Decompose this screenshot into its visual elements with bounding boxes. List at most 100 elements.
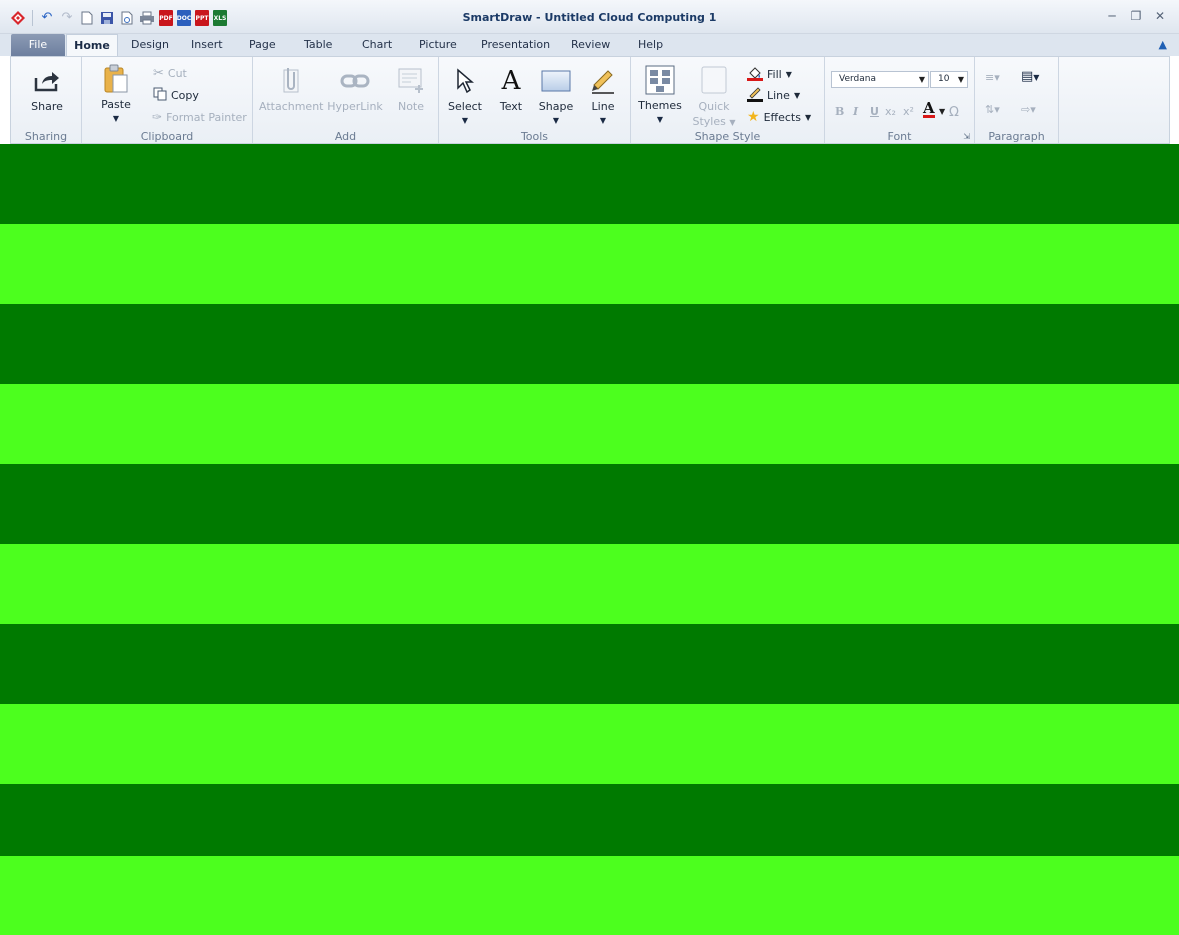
title-bar: ↶ ↷ PDF DOC PPT XLS SmartDraw - Untitled… (0, 0, 1179, 34)
group-label-shape-style: Shape Style (694, 130, 761, 143)
group-label-add: Add (334, 130, 357, 143)
symbol-icon[interactable]: Ω (949, 105, 959, 120)
line-color-icon (747, 86, 763, 105)
copy-label: Copy (171, 88, 199, 102)
select-dropdown-icon[interactable]: ▼ (445, 116, 485, 126)
group-shape-style: Themes ▼ Quick Styles ▼ Fill ▼ Line ▼ ★ … (631, 57, 825, 143)
font-size-value: 10 (938, 74, 950, 84)
line-style-dropdown-icon[interactable]: ▼ (794, 91, 800, 100)
collapse-ribbon-icon[interactable]: ▲ (1159, 38, 1167, 51)
effects-label: Effects (763, 110, 801, 124)
cut-label: Cut (167, 66, 187, 80)
tab-insert[interactable]: Insert (191, 34, 223, 56)
ribbon: Share Sharing Paste ▼ ✂ Cut Copy ✑ Forma… (10, 56, 1170, 144)
indent-icon[interactable]: ⇨▾ (1021, 103, 1036, 116)
format-painter-label: Format Painter (166, 110, 247, 124)
tab-chart[interactable]: Chart (362, 34, 392, 56)
line-style-button[interactable]: Line ▼ (747, 86, 800, 104)
note-button[interactable]: Note (391, 66, 431, 113)
brush-icon: ✑ (152, 110, 163, 124)
minimize-icon[interactable]: ─ (1105, 9, 1119, 23)
line-dropdown-icon[interactable]: ▼ (585, 116, 621, 126)
canvas-band-light (0, 224, 1179, 304)
superscript-icon[interactable]: x² (903, 105, 914, 118)
font-color-dropdown-icon[interactable]: ▼ (939, 107, 945, 116)
tab-presentation[interactable]: Presentation (481, 34, 550, 56)
tab-table[interactable]: Table (304, 34, 332, 56)
themes-dropdown-icon[interactable]: ▼ (637, 115, 683, 125)
scissors-icon: ✂ (153, 65, 164, 81)
bullets-icon[interactable]: ≡▾ (985, 71, 1000, 84)
tab-picture[interactable]: Picture (419, 34, 457, 56)
tab-file[interactable]: File (11, 34, 65, 56)
paste-dropdown-icon[interactable]: ▼ (94, 114, 138, 124)
shape-button[interactable]: Shape ▼ (535, 66, 577, 126)
font-family-select[interactable]: Verdana ▼ (831, 71, 929, 88)
bold-icon[interactable]: B (835, 105, 844, 118)
tab-page[interactable]: Page (249, 34, 276, 56)
ribbon-tabs: File Home Design Insert Page Table Chart… (0, 34, 1179, 56)
tab-help[interactable]: Help (638, 34, 663, 56)
format-painter-button[interactable]: ✑ Format Painter (152, 108, 247, 126)
text-button[interactable]: A Text (493, 66, 529, 113)
font-family-dropdown-icon[interactable]: ▼ (919, 72, 925, 87)
text-label: Text (499, 100, 523, 113)
quick-styles-label-1: Quick (698, 100, 730, 113)
line-style-label: Line (767, 88, 790, 102)
underline-icon[interactable]: U (870, 105, 879, 118)
paste-button[interactable]: Paste ▼ (94, 64, 138, 124)
hyperlink-button[interactable]: HyperLink (327, 66, 383, 113)
group-tools: Select ▼ A Text Shape ▼ Line ▼ Tools (439, 57, 631, 143)
font-color-icon[interactable]: A (923, 101, 935, 118)
close-icon[interactable]: ✕ (1153, 9, 1167, 23)
line-spacing-icon[interactable]: ⇅▾ (985, 103, 1000, 116)
effects-button[interactable]: ★ Effects ▼ (747, 108, 811, 126)
themes-label: Themes (638, 99, 682, 112)
window-controls: ─ ❐ ✕ (1105, 9, 1167, 23)
group-sharing: Share Sharing (11, 57, 82, 143)
fill-label: Fill (767, 67, 782, 81)
select-button[interactable]: Select ▼ (445, 66, 485, 126)
paste-icon (104, 64, 128, 93)
group-label-font: Font (887, 130, 912, 143)
note-label: Note (397, 100, 425, 113)
font-size-select[interactable]: 10 ▼ (930, 71, 968, 88)
link-icon (340, 74, 370, 88)
share-icon (34, 72, 59, 92)
fill-bucket-icon (747, 65, 763, 84)
themes-icon (645, 65, 675, 95)
attachment-button[interactable]: Attachment (259, 66, 324, 113)
tab-review[interactable]: Review (571, 34, 610, 56)
pencil-line-icon (592, 70, 614, 94)
note-icon (398, 68, 423, 93)
quick-styles-dropdown-icon[interactable]: ▼ (729, 118, 735, 127)
quick-styles-button[interactable]: Quick Styles ▼ (689, 65, 739, 130)
themes-button[interactable]: Themes ▼ (637, 65, 683, 125)
font-family-value: Verdana (839, 74, 876, 84)
italic-icon[interactable]: I (853, 105, 858, 118)
shape-dropdown-icon[interactable]: ▼ (535, 116, 577, 126)
select-label: Select (448, 100, 482, 113)
line-button[interactable]: Line ▼ (585, 66, 621, 126)
font-size-dropdown-icon[interactable]: ▼ (958, 72, 964, 87)
line-label: Line (591, 100, 615, 113)
effects-dropdown-icon[interactable]: ▼ (805, 113, 811, 122)
subscript-icon[interactable]: x₂ (885, 105, 896, 118)
share-button[interactable]: Share (23, 66, 71, 113)
group-add: Attachment HyperLink Note Add (253, 57, 439, 143)
drawing-canvas[interactable] (0, 144, 1179, 935)
cut-button[interactable]: ✂ Cut (153, 64, 187, 82)
fill-button[interactable]: Fill ▼ (747, 65, 792, 83)
paperclip-icon (283, 68, 299, 93)
canvas-band-dark (0, 624, 1179, 704)
paste-label: Paste (101, 98, 131, 111)
fill-dropdown-icon[interactable]: ▼ (786, 70, 792, 79)
tab-design[interactable]: Design (131, 34, 169, 56)
align-icon[interactable]: ▤▼ (1021, 69, 1039, 84)
group-label-tools: Tools (520, 130, 549, 143)
copy-button[interactable]: Copy (153, 86, 199, 104)
canvas-band-light (0, 544, 1179, 624)
restore-icon[interactable]: ❐ (1129, 9, 1143, 23)
canvas-band-dark (0, 784, 1179, 856)
tab-home[interactable]: Home (66, 34, 118, 56)
